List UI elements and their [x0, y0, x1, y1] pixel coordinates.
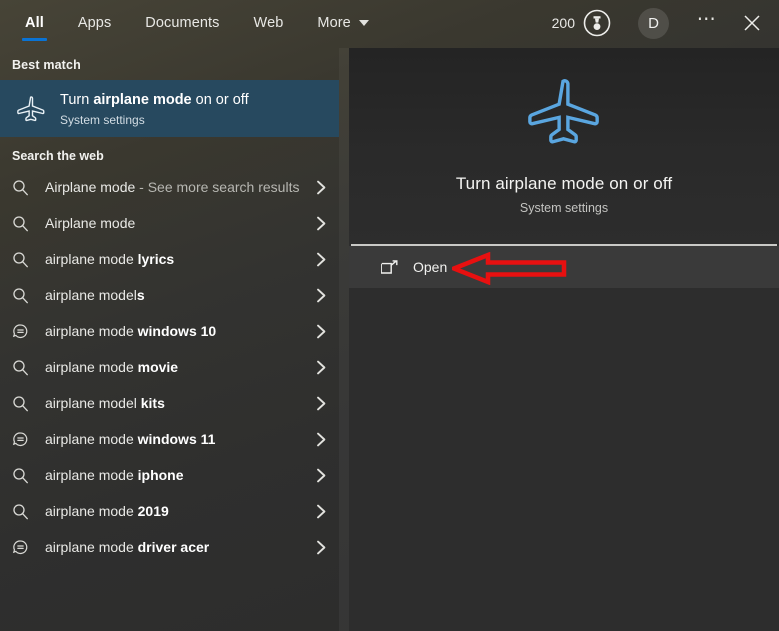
chevron-right-icon[interactable] [311, 288, 327, 303]
bm-suffix: on or off [192, 92, 249, 108]
web-result-row[interactable]: airplane mode 2019 [0, 493, 339, 529]
airplane-icon [523, 73, 605, 156]
web-result-label: airplane models [42, 287, 311, 303]
tab-apps-label: Apps [78, 15, 111, 31]
web-result-label: airplane mode movie [42, 359, 311, 375]
web-result-row[interactable]: airplane mode lyrics [0, 241, 339, 277]
results-scrollbar[interactable] [339, 48, 349, 631]
suggestion-icon [12, 431, 42, 448]
chevron-down-icon [359, 20, 369, 26]
chevron-right-icon[interactable] [311, 396, 327, 411]
preview-title: Turn airplane mode on or off [456, 174, 672, 194]
chevron-right-icon[interactable] [311, 252, 327, 267]
ellipsis-icon[interactable]: ⋯ [692, 15, 722, 31]
search-icon [12, 359, 42, 376]
web-result-row[interactable]: airplane mode windows 11 [0, 421, 339, 457]
search-filter-tabs: All Apps Documents Web More [0, 0, 386, 46]
topbar-actions: 200 D ⋯ [552, 0, 779, 46]
best-match-text: Turn airplane mode on or off System sett… [50, 91, 249, 127]
search-icon [12, 287, 42, 304]
web-result-label: airplane mode 2019 [42, 503, 311, 519]
avatar-initial: D [648, 15, 659, 32]
search-icon [12, 251, 42, 268]
bm-prefix: Turn [60, 92, 93, 108]
open-in-new-window-icon [381, 260, 407, 275]
search-icon [12, 503, 42, 520]
search-topbar: All Apps Documents Web More 200 [0, 0, 779, 48]
web-result-label: airplane mode windows 11 [42, 431, 311, 447]
search-icon [12, 215, 42, 232]
open-action-row[interactable]: Open [349, 246, 779, 288]
web-result-label: airplane mode iphone [42, 467, 311, 483]
tab-documents[interactable]: Documents [128, 0, 236, 46]
search-icon [12, 395, 42, 412]
preview-panel: Turn airplane mode on or off System sett… [349, 48, 779, 631]
tab-all-label: All [25, 15, 44, 31]
chevron-right-icon[interactable] [311, 360, 327, 375]
tab-web[interactable]: Web [237, 0, 301, 46]
avatar[interactable]: D [638, 8, 669, 39]
best-match-title: Turn airplane mode on or off [60, 91, 249, 110]
rewards-points-value: 200 [552, 15, 575, 31]
preview-subtitle: System settings [520, 201, 608, 215]
web-result-label: Airplane mode [42, 215, 311, 231]
chevron-right-icon[interactable] [311, 504, 327, 519]
tab-more-label: More [317, 15, 350, 31]
best-match-subtitle: System settings [60, 113, 249, 127]
chevron-right-icon[interactable] [311, 468, 327, 483]
tab-documents-label: Documents [145, 15, 219, 31]
chevron-right-icon[interactable] [311, 216, 327, 231]
close-icon[interactable] [739, 10, 765, 36]
web-result-label: airplane model kits [42, 395, 311, 411]
chevron-right-icon[interactable] [311, 540, 327, 555]
web-result-row[interactable]: airplane models [0, 277, 339, 313]
tab-apps[interactable]: Apps [61, 0, 128, 46]
web-result-row[interactable]: airplane mode driver acer [0, 529, 339, 565]
open-action-label: Open [407, 259, 447, 275]
tab-more[interactable]: More [300, 0, 385, 46]
web-result-row[interactable]: Airplane mode - See more search results [0, 169, 339, 205]
web-result-row[interactable]: airplane mode iphone [0, 457, 339, 493]
web-result-label: airplane mode lyrics [42, 251, 311, 267]
chevron-right-icon[interactable] [311, 324, 327, 339]
preview-hero: Turn airplane mode on or off System sett… [349, 48, 779, 244]
search-results-column: Best match Turn airplane mode on or off … [0, 48, 339, 631]
tab-all[interactable]: All [8, 0, 61, 46]
web-result-label: Airplane mode - See more search results [42, 179, 311, 195]
search-icon [12, 467, 42, 484]
chevron-right-icon[interactable] [311, 432, 327, 447]
tab-web-label: Web [254, 15, 284, 31]
windows-search-panel: All Apps Documents Web More 200 [0, 0, 779, 631]
web-result-label: airplane mode windows 10 [42, 323, 311, 339]
suggestion-icon [12, 323, 42, 340]
medal-icon[interactable] [582, 8, 612, 38]
best-match-header: Best match [0, 48, 339, 80]
airplane-icon [12, 94, 50, 124]
web-result-row[interactable]: airplane model kits [0, 385, 339, 421]
best-match-result[interactable]: Turn airplane mode on or off System sett… [0, 80, 339, 137]
chevron-right-icon[interactable] [311, 180, 327, 195]
suggestion-icon [12, 539, 42, 556]
web-results-list: Airplane mode - See more search results A… [0, 169, 339, 565]
search-the-web-header: Search the web [0, 137, 339, 169]
web-result-label: airplane mode driver acer [42, 539, 311, 555]
preview-body [349, 288, 779, 631]
bm-bold: airplane mode [93, 92, 191, 108]
web-result-row[interactable]: Airplane mode [0, 205, 339, 241]
search-icon [12, 179, 42, 196]
web-result-row[interactable]: airplane mode windows 10 [0, 313, 339, 349]
web-result-row[interactable]: airplane mode movie [0, 349, 339, 385]
